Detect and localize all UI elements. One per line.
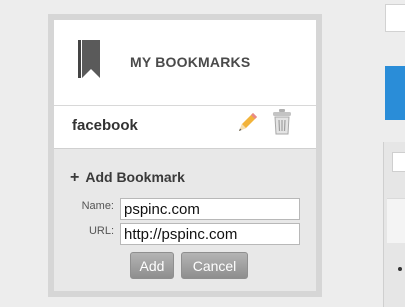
add-button[interactable]: Add xyxy=(130,252,174,279)
trash-icon[interactable] xyxy=(272,108,292,136)
bookmark-item-label[interactable]: facebook xyxy=(72,117,138,134)
bookmark-item[interactable]: facebook xyxy=(54,106,316,148)
name-field[interactable] xyxy=(120,198,300,220)
right-panel-top-box xyxy=(385,4,405,32)
right-panel-blue-bar[interactable] xyxy=(385,66,405,120)
add-bookmark-heading: + Add Bookmark xyxy=(70,169,185,187)
right-panel-row xyxy=(387,198,405,243)
cancel-button[interactable]: Cancel xyxy=(181,252,248,279)
pencil-icon[interactable] xyxy=(235,111,259,135)
plus-icon: + xyxy=(70,169,80,186)
add-bookmark-title: Add Bookmark xyxy=(85,169,185,185)
right-panel-bullet xyxy=(398,267,402,271)
bookmarks-title: MY BOOKMARKS xyxy=(130,54,251,70)
bookmarks-header: MY BOOKMARKS xyxy=(54,20,316,106)
add-bookmark-form: + Add Bookmark Name: URL: Add Cancel xyxy=(54,148,316,291)
bookmark-icon xyxy=(78,40,100,78)
url-field[interactable] xyxy=(120,223,300,245)
bookmarks-panel: MY BOOKMARKS facebook + Add Bookmark Name… xyxy=(48,14,322,297)
url-label: URL: xyxy=(88,225,114,237)
name-label: Name: xyxy=(81,200,114,212)
right-panel-cell xyxy=(392,152,405,172)
right-panel-table xyxy=(383,142,405,307)
